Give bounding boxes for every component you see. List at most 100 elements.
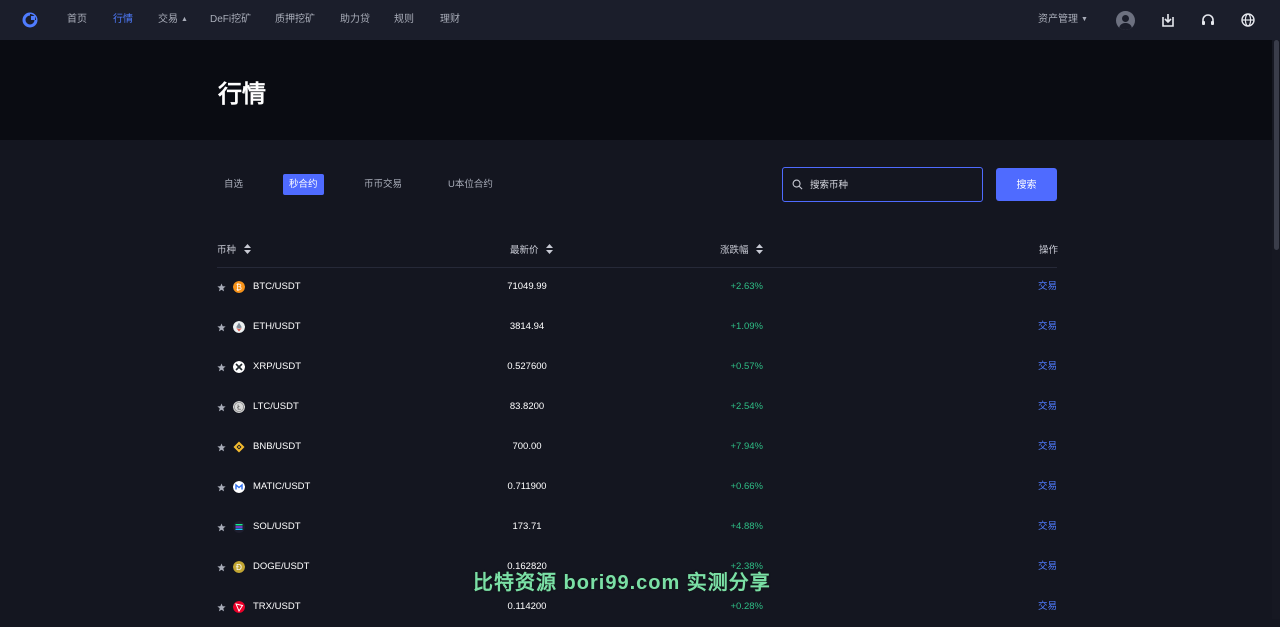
trade-link[interactable]: 交易 [1038, 400, 1057, 414]
trade-link[interactable]: 交易 [1038, 520, 1057, 534]
change-percent: +0.57% [730, 361, 764, 372]
search-button[interactable]: 搜索 [996, 168, 1057, 201]
trade-link[interactable]: 交易 [1038, 360, 1057, 374]
headset-icon[interactable] [1198, 10, 1218, 30]
star-icon[interactable] [217, 403, 226, 412]
pair-name: LTC/USDT [253, 401, 299, 412]
table-row[interactable]: Ł LTC/USDT 83.8200 +2.54% 交易 [217, 387, 1057, 427]
download-icon[interactable] [1158, 10, 1178, 30]
header-coin-label: 币种 [217, 245, 237, 256]
nav-item-home[interactable]: 首页 [67, 0, 87, 40]
logo-icon[interactable] [22, 12, 38, 28]
tab-spot-trading[interactable]: 币币交易 [358, 174, 408, 195]
sol-icon [233, 521, 245, 533]
page-title: 行情 [218, 81, 266, 108]
tab-favorites[interactable]: 自选 [218, 174, 249, 195]
nav-item-loan[interactable]: 助力贷 [340, 0, 370, 40]
nav-item-staking-mining[interactable]: 质押挖矿 [275, 0, 315, 40]
sort-icon [756, 244, 764, 254]
last-price: 0.527600 [507, 361, 547, 372]
change-percent: +1.09% [730, 321, 764, 332]
svg-text:Ł: Ł [236, 404, 241, 412]
svg-text:₿: ₿ [236, 283, 242, 292]
pair-name: SOL/USDT [253, 521, 301, 532]
svg-text:Ð: Ð [236, 563, 242, 572]
table-row[interactable]: ₿ BTC/USDT 71049.99 +2.63% 交易 [217, 267, 1057, 307]
caret-down-icon: ▲ [181, 16, 188, 23]
pair-name: BTC/USDT [253, 281, 301, 292]
header-coin[interactable]: 币种 [217, 244, 251, 258]
nav-item-trade-label: 交易 [158, 14, 178, 25]
star-icon[interactable] [217, 483, 226, 492]
trade-link[interactable]: 交易 [1038, 600, 1057, 614]
asset-management-menu[interactable]: 资产管理 ▼ [1038, 0, 1088, 40]
trade-link[interactable]: 交易 [1038, 320, 1057, 334]
change-percent: +2.63% [730, 281, 764, 292]
last-price: 700.00 [512, 441, 542, 452]
star-icon[interactable] [217, 323, 226, 332]
last-price: 0.711900 [507, 481, 547, 492]
pair-name: BNB/USDT [253, 441, 302, 452]
header-price[interactable]: 最新价 [510, 244, 554, 258]
nav-item-defi-mining[interactable]: DeFi挖矿 [210, 0, 251, 40]
table-row[interactable]: MATIC/USDT 0.711900 +0.66% 交易 [217, 467, 1057, 507]
ltc-icon: Ł [233, 401, 245, 413]
pair-name: ETH/USDT [253, 321, 301, 332]
last-price: 3814.94 [509, 321, 545, 332]
pair-name: MATIC/USDT [253, 481, 311, 492]
pair-name: XRP/USDT [253, 361, 302, 372]
btc-icon: ₿ [233, 281, 245, 293]
nav-item-trade[interactable]: 交易 ▲ [158, 0, 188, 40]
table-row[interactable]: ETH/USDT 3814.94 +1.09% 交易 [217, 307, 1057, 347]
change-percent: +2.54% [730, 401, 764, 412]
search-input[interactable] [808, 176, 972, 194]
globe-icon[interactable] [1238, 10, 1258, 30]
change-percent: +0.66% [730, 481, 764, 492]
nav-item-finance[interactable]: 理财 [440, 0, 460, 40]
header-change-label: 涨跌幅 [720, 245, 749, 256]
sort-icon [243, 244, 251, 254]
eth-icon [233, 321, 245, 333]
star-icon[interactable] [217, 283, 226, 292]
last-price: 83.8200 [509, 401, 545, 412]
table-row[interactable]: XRP/USDT 0.527600 +0.57% 交易 [217, 347, 1057, 387]
star-icon[interactable] [217, 443, 226, 452]
nav-item-market[interactable]: 行情 [113, 0, 133, 40]
header-price-label: 最新价 [510, 245, 539, 256]
nav-item-rules[interactable]: 规则 [394, 0, 414, 40]
user-avatar-icon[interactable] [1115, 10, 1135, 30]
change-percent: +7.94% [730, 441, 764, 452]
matic-icon [233, 481, 245, 493]
top-nav: 首页 行情 交易 ▲ DeFi挖矿 质押挖矿 助力贷 规则 理财 资产管理 ▼ [0, 0, 1280, 40]
change-percent: +4.88% [730, 521, 764, 532]
caret-down-icon: ▼ [1081, 16, 1088, 23]
last-price: 0.114200 [507, 601, 547, 612]
table-row[interactable]: SOL/USDT 173.71 +4.88% 交易 [217, 507, 1057, 547]
table-row[interactable]: BNB/USDT 700.00 +7.94% 交易 [217, 427, 1057, 467]
tab-usdt-futures[interactable]: U本位合约 [442, 174, 499, 195]
header-change[interactable]: 涨跌幅 [720, 244, 764, 258]
star-icon[interactable] [217, 563, 226, 572]
xrp-icon [233, 361, 245, 373]
search-box [782, 167, 983, 202]
trade-link[interactable]: 交易 [1038, 280, 1057, 294]
star-icon[interactable] [217, 603, 226, 612]
doge-icon: Ð [233, 561, 245, 573]
trade-link[interactable]: 交易 [1038, 480, 1057, 494]
search-icon [792, 179, 803, 190]
trade-link[interactable]: 交易 [1038, 440, 1057, 454]
sort-icon [546, 244, 554, 254]
scrollbar-thumb[interactable] [1274, 40, 1279, 250]
trx-icon [233, 601, 245, 613]
pair-name: DOGE/USDT [253, 561, 310, 572]
bnb-icon [233, 441, 245, 453]
star-icon[interactable] [217, 363, 226, 372]
change-percent: +0.28% [730, 601, 764, 612]
tab-second-contract[interactable]: 秒合约 [283, 174, 324, 195]
header-action: 操作 [1039, 245, 1059, 256]
trade-link[interactable]: 交易 [1038, 560, 1057, 574]
star-icon[interactable] [217, 523, 226, 532]
pair-name: TRX/USDT [253, 601, 301, 612]
last-price: 71049.99 [507, 281, 547, 292]
watermark: 比特资源 bori99.com 实测分享 [473, 572, 771, 594]
